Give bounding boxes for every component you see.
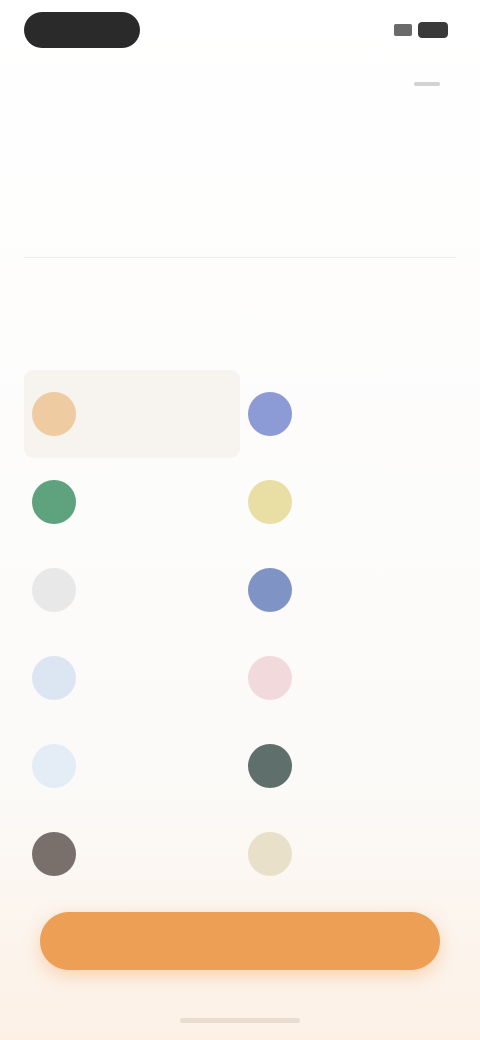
topic-item[interactable]: [240, 370, 456, 458]
topic-item[interactable]: [240, 722, 456, 810]
topic-icon: [32, 392, 76, 436]
continue-button[interactable]: [40, 912, 440, 970]
topic-item[interactable]: [24, 370, 240, 458]
topic-icon: [248, 392, 292, 436]
topic-item[interactable]: [24, 458, 240, 546]
topic-icon: [32, 568, 76, 612]
topic-item[interactable]: [240, 458, 456, 546]
topic-icon: [32, 832, 76, 876]
topic-icon: [32, 480, 76, 524]
topic-item[interactable]: [24, 810, 240, 898]
topic-icon: [248, 656, 292, 700]
topic-item[interactable]: [240, 634, 456, 722]
topic-icon: [32, 744, 76, 788]
signal-icon: [394, 24, 412, 36]
topic-item[interactable]: [24, 722, 240, 810]
home-indicator: [180, 1018, 300, 1023]
topic-grid: [24, 370, 456, 898]
topic-item[interactable]: [24, 634, 240, 722]
menu-icon[interactable]: [414, 82, 440, 86]
topic-item[interactable]: [240, 810, 456, 898]
status-bar: [0, 0, 480, 70]
topic-icon: [248, 480, 292, 524]
battery-icon: [418, 22, 448, 38]
topic-item[interactable]: [240, 546, 456, 634]
app-screen: [0, 0, 480, 1040]
topic-icon: [248, 744, 292, 788]
topic-icon: [248, 568, 292, 612]
dynamic-island: [24, 12, 140, 48]
status-icons: [394, 22, 448, 38]
topic-item[interactable]: [24, 546, 240, 634]
topic-icon: [248, 832, 292, 876]
topic-icon: [32, 656, 76, 700]
search-input[interactable]: [24, 208, 456, 258]
